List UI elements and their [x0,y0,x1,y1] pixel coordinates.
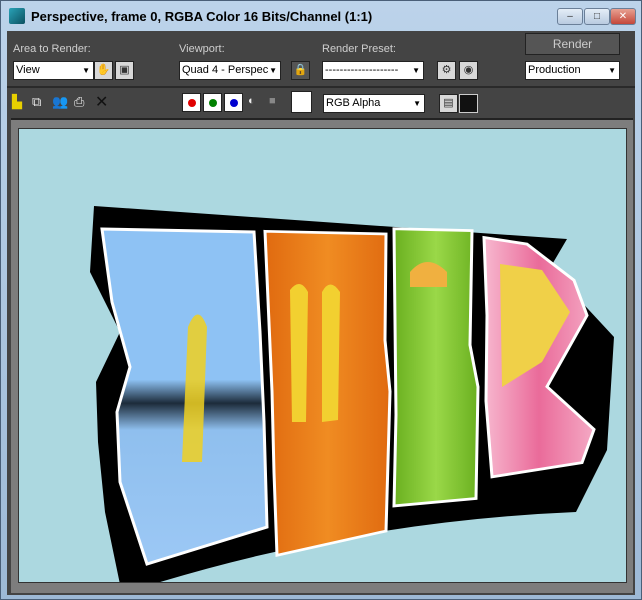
divider [7,86,635,88]
auto-region-icon[interactable]: ▣ [115,61,134,80]
channel-value: RGB Alpha [326,97,381,109]
green-dot-icon [209,99,217,107]
clear-icon[interactable]: ✕ [95,92,108,112]
render-mode-dropdown[interactable]: Production ▼ [525,61,620,80]
viewport-dropdown[interactable]: Quad 4 - Perspec ▼ [179,61,281,80]
monochrome-icon[interactable]: ■ [269,95,276,107]
chevron-down-icon: ▼ [608,66,616,75]
render-canvas [18,128,627,583]
blue-dot-icon [230,99,238,107]
app-icon [9,8,25,24]
chevron-down-icon: ▼ [82,66,90,75]
minimize-button[interactable]: – [557,8,583,25]
chevron-down-icon: ▼ [269,66,277,75]
red-dot-icon [188,99,196,107]
save-image-icon[interactable]: ▙ [12,94,22,110]
clone-window-icon[interactable]: 👥 [52,94,68,110]
render-button[interactable]: Render [525,33,620,55]
rendered-frame-window: Perspective, frame 0, RGBA Color 16 Bits… [0,0,642,600]
rendered-image [90,206,614,582]
print-icon[interactable]: ⎙ [74,94,84,110]
display-channel-dropdown[interactable]: RGB Alpha ▼ [323,94,425,113]
green-channel-toggle[interactable] [203,93,222,112]
red-channel-toggle[interactable] [182,93,201,112]
orange-door-left-window [290,283,308,422]
title-bar: Perspective, frame 0, RGBA Color 16 Bits… [1,1,641,31]
render-setup-icon[interactable]: ⚙ [437,61,456,80]
orange-door-right-window [322,284,340,422]
lock-icon[interactable]: 🔒 [291,61,310,80]
close-button[interactable]: ✕ [610,8,636,25]
maximize-button[interactable]: □ [584,8,610,25]
area-to-render-label: Area to Render: [13,43,91,55]
area-value: View [16,64,40,76]
edit-region-icon[interactable]: ✋ [94,61,113,80]
viewport-value: Quad 4 - Perspec [182,64,269,76]
toggle-ui-overlay-icon[interactable]: ▤ [439,94,458,113]
mode-value: Production [528,64,581,76]
render-preset-label: Render Preset: [322,43,396,55]
chevron-down-icon: ▼ [412,66,420,75]
toggle-ui-icon[interactable] [459,94,478,113]
environment-icon[interactable]: ◉ [459,61,478,80]
alpha-channel-icon[interactable]: ◐ [248,95,255,107]
viewport-label: Viewport: [179,43,225,55]
copy-image-icon[interactable]: ⧉ [32,94,41,110]
area-to-render-dropdown[interactable]: View ▼ [13,61,94,80]
chevron-down-icon: ▼ [413,99,421,108]
render-preset-dropdown[interactable]: -------------------- ▼ [322,61,424,80]
color-swatch[interactable] [291,91,312,113]
preset-value: -------------------- [325,64,399,76]
blue-channel-toggle[interactable] [224,93,243,112]
window-title: Perspective, frame 0, RGBA Color 16 Bits… [31,9,373,24]
